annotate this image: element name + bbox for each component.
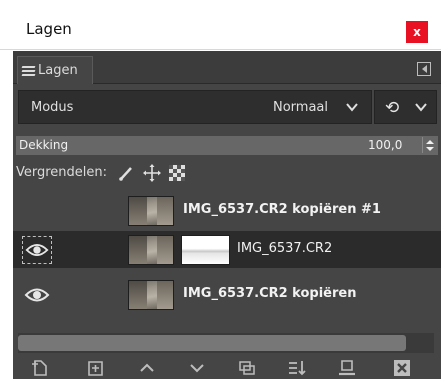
merge-layer-icon[interactable] [286,357,308,379]
horizontal-scrollbar[interactable] [18,333,434,353]
tab-bar: Lagen [13,51,441,84]
composite-icon: ⟲ [385,98,400,118]
layer-row[interactable]: IMG_6537.CR2 kopiëren #1 [13,192,441,229]
scrollbar-thumb[interactable] [18,335,406,351]
opacity-value: 100,0 [368,138,403,152]
layers-icon [21,65,36,77]
visibility-eye-icon[interactable] [22,236,52,264]
lock-label: Vergrendelen: [16,165,108,180]
opacity-label: Dekking [19,138,69,152]
layer-thumbnail [128,196,174,226]
layers-dialog: Lagen x Lagen Modus Normaal ⟲ Dekking 10… [0,0,441,379]
layer-thumbnail [128,235,174,265]
lower-layer-icon[interactable] [186,357,208,379]
layer-name: IMG_6537.CR2 kopiëren [183,286,357,301]
lock-position-icon[interactable] [142,163,162,183]
lock-pixels-icon[interactable] [117,163,137,183]
layer-row[interactable]: IMG_6537.CR2 kopiëren [13,276,441,313]
layers-panel: Lagen Modus Normaal ⟲ Dekking 100,0 Verg… [13,51,441,379]
chevron-down-icon [346,103,358,112]
delete-layer-icon[interactable] [391,357,413,379]
spin-button[interactable] [422,137,436,153]
duplicate-layer-icon[interactable] [236,357,258,379]
layer-row[interactable]: IMG_6537.CR2 [13,231,441,268]
tab-layers[interactable]: Lagen [17,56,93,84]
window-title: Lagen [26,20,72,38]
layer-thumbnail [128,280,174,310]
tab-menu-icon[interactable] [417,62,431,76]
anchor-layer-icon[interactable] [336,357,358,379]
lock-alpha-icon[interactable] [167,163,187,183]
visibility-eye-icon[interactable] [22,281,52,309]
new-layer-icon[interactable] [29,357,51,379]
title-bar: Lagen x [0,0,441,50]
layer-mask-thumbnail [181,235,230,265]
lock-row: Vergrendelen: [13,161,441,185]
layer-toolbar [13,357,441,379]
composite-mode-select[interactable]: ⟲ [374,90,437,124]
layer-name: IMG_6537.CR2 [237,241,333,256]
opacity-slider[interactable]: Dekking 100,0 [16,136,438,155]
mode-label: Modus [31,100,74,115]
chevron-down-icon [415,103,427,112]
layer-name: IMG_6537.CR2 kopiëren #1 [183,202,381,217]
mode-select[interactable]: Modus Normaal [18,90,372,124]
new-layer-group-icon[interactable] [85,357,107,379]
close-button[interactable]: x [406,21,428,43]
tab-label: Lagen [38,63,78,78]
mode-value: Normaal [273,100,329,115]
raise-layer-icon[interactable] [136,357,158,379]
